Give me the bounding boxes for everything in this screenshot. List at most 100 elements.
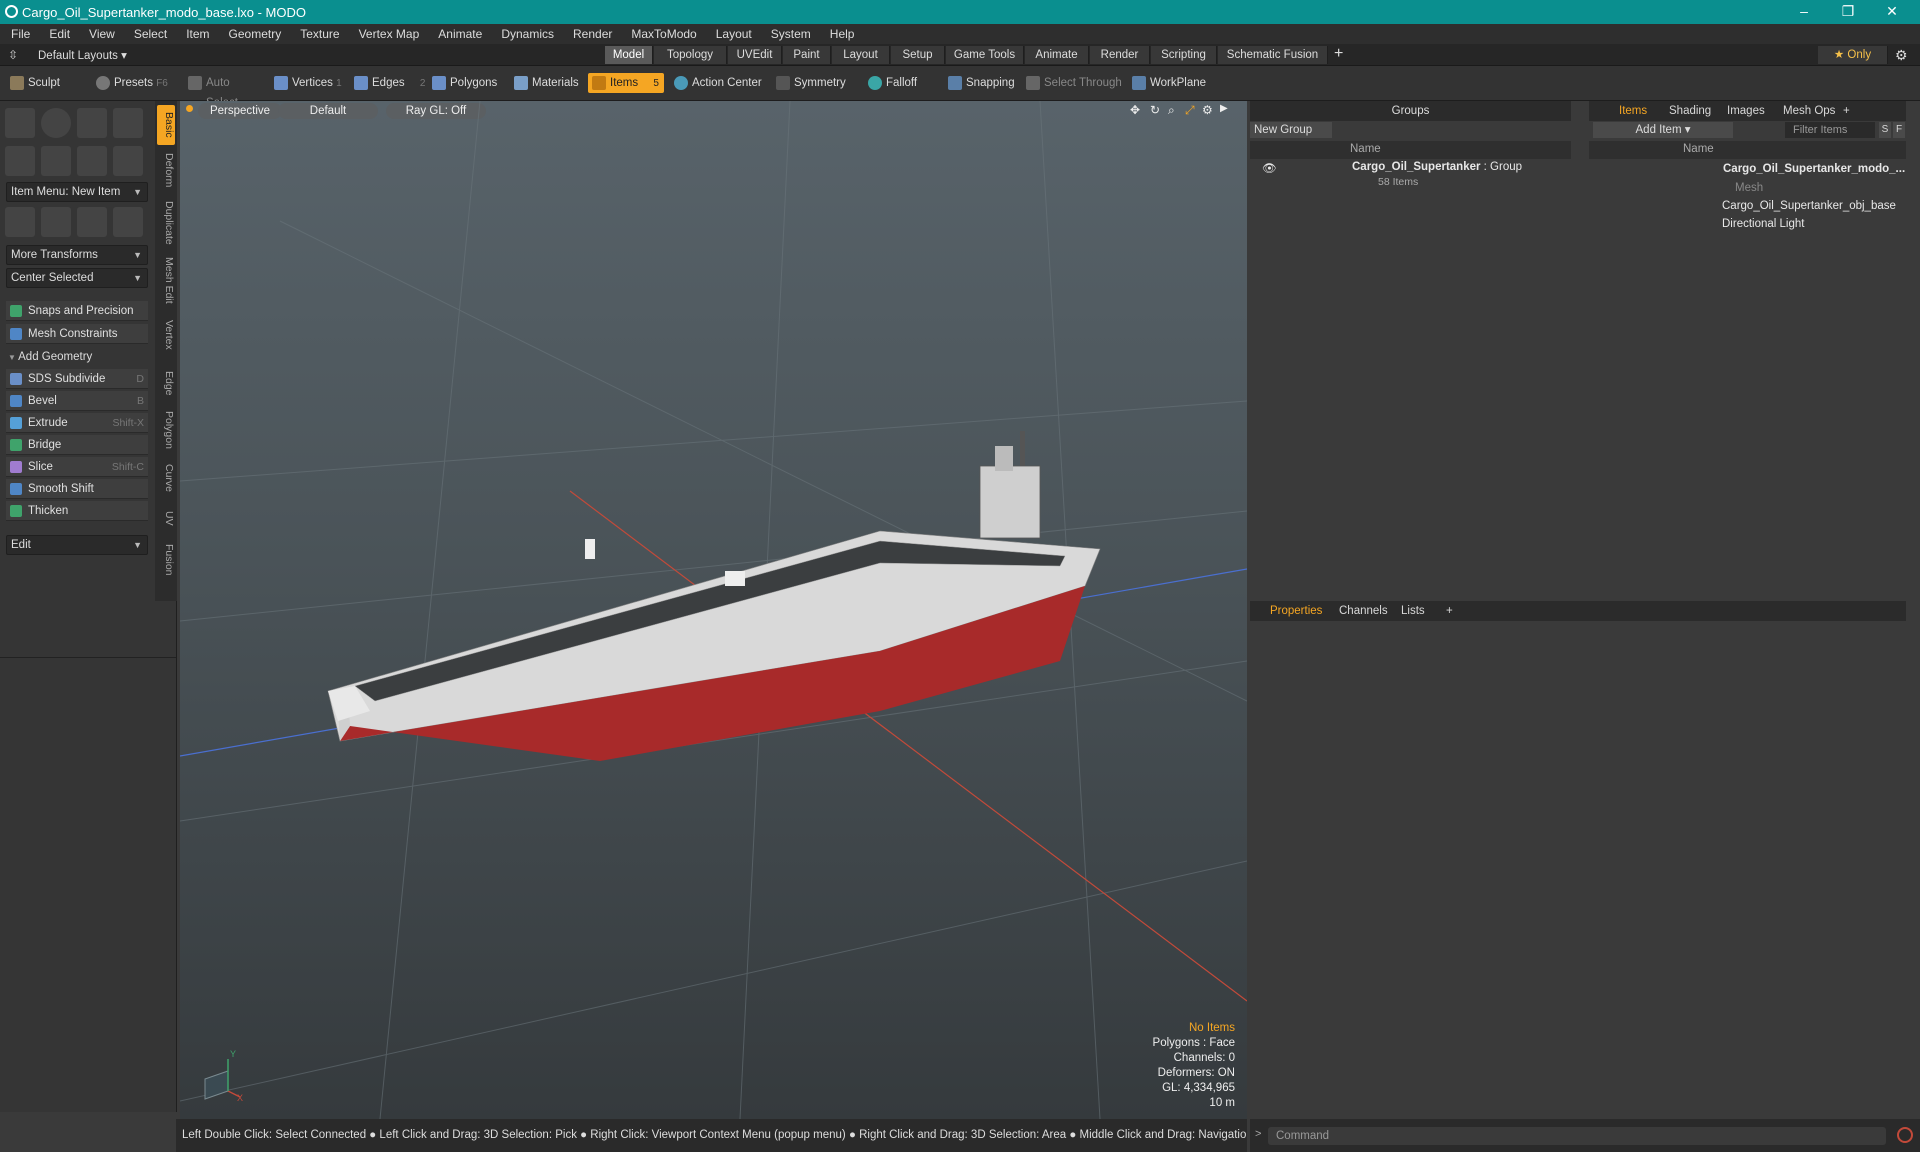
menu-render[interactable]: Render bbox=[562, 27, 620, 41]
vtab-uv[interactable]: UV bbox=[157, 501, 175, 535]
default-layouts-dropdown[interactable]: Default Layouts ▾ bbox=[38, 48, 127, 62]
menu-maxtomodo[interactable]: MaxToModo bbox=[620, 27, 704, 41]
add-geometry-header[interactable]: ▼ Add Geometry bbox=[8, 351, 92, 363]
s-button[interactable]: S bbox=[1879, 122, 1891, 138]
menu-vertex-map[interactable]: Vertex Map bbox=[348, 27, 428, 41]
tab-topology[interactable]: Topology bbox=[654, 46, 727, 64]
items-button[interactable]: Items 5 bbox=[588, 73, 664, 93]
layout-toggle-icon[interactable]: ⇳ bbox=[8, 48, 18, 62]
tool-extrude-button[interactable]: Extrude Shift-X bbox=[6, 413, 148, 433]
polygons-button[interactable]: Polygons bbox=[428, 73, 504, 93]
tab-schematic-fusion[interactable]: Schematic Fusion bbox=[1218, 46, 1328, 64]
workplane-button[interactable]: WorkPlane bbox=[1128, 73, 1210, 93]
vtab-deform[interactable]: Deform bbox=[157, 147, 175, 193]
mesh-constraints-button[interactable]: Mesh Constraints bbox=[6, 324, 148, 344]
presets-button[interactable]: Presets F6 bbox=[92, 73, 172, 93]
snaps-and-precision-button[interactable]: Snaps and Precision bbox=[6, 301, 148, 321]
f-button[interactable]: F bbox=[1893, 122, 1905, 138]
menu-layout[interactable]: Layout bbox=[705, 27, 760, 41]
add-layout-tab-button[interactable]: + bbox=[1334, 45, 1343, 63]
sphere-primitive-icon[interactable] bbox=[41, 108, 71, 138]
vtab-mesh-edit[interactable]: Mesh Edit bbox=[157, 253, 175, 307]
tab-animate[interactable]: Animate bbox=[1025, 46, 1089, 64]
tab-channels[interactable]: Channels bbox=[1339, 601, 1388, 621]
transform-tool-icon[interactable] bbox=[113, 207, 143, 237]
menu-dynamics[interactable]: Dynamics bbox=[490, 27, 562, 41]
item-menu-dropdown[interactable]: Item Menu: New Item ▼ bbox=[6, 182, 148, 202]
close-button[interactable]: ✕ bbox=[1872, 0, 1912, 24]
item-row-obj-base[interactable]: Cargo_Oil_Supertanker_obj_base bbox=[1722, 200, 1896, 212]
add-item-button[interactable]: Add Item ▾ bbox=[1593, 122, 1733, 138]
materials-button[interactable]: Materials bbox=[510, 73, 584, 93]
vertices-button[interactable]: Vertices 1 bbox=[270, 73, 350, 93]
menu-texture[interactable]: Texture bbox=[289, 27, 347, 41]
edges-button[interactable]: Edges 2 bbox=[350, 73, 430, 93]
text-tool-icon[interactable] bbox=[113, 146, 143, 176]
command-input[interactable]: Command bbox=[1268, 1127, 1886, 1145]
menu-file[interactable]: File bbox=[0, 27, 38, 41]
rotate-tool-icon[interactable] bbox=[41, 207, 71, 237]
minimize-button[interactable]: – bbox=[1784, 0, 1824, 24]
menu-item[interactable]: Item bbox=[175, 27, 217, 41]
3d-viewport[interactable]: Perspective Default Ray GL: Off ✥ ↻ ⌕ ⤢ … bbox=[180, 101, 1247, 1119]
select-through-button[interactable]: Select Through bbox=[1022, 73, 1122, 93]
menu-edit[interactable]: Edit bbox=[38, 27, 78, 41]
cube-primitive-icon[interactable] bbox=[5, 108, 35, 138]
action-center-button[interactable]: Action Center bbox=[670, 73, 770, 93]
cylinder-primitive-icon[interactable] bbox=[77, 108, 107, 138]
menu-select[interactable]: Select bbox=[123, 27, 175, 41]
pen-tool-icon[interactable] bbox=[77, 146, 107, 176]
supertanker-model[interactable] bbox=[327, 431, 1101, 761]
more-transforms-dropdown[interactable]: More Transforms ▼ bbox=[6, 245, 148, 265]
eye-icon[interactable]: 👁 bbox=[1262, 161, 1277, 175]
tab-render[interactable]: Render bbox=[1090, 46, 1150, 64]
tube-primitive-icon[interactable] bbox=[41, 146, 71, 176]
item-row-directional-light[interactable]: Directional Light bbox=[1722, 218, 1804, 230]
auto-select-button[interactable]: Auto Select bbox=[184, 73, 264, 109]
vtab-vertex[interactable]: Vertex bbox=[157, 311, 175, 359]
new-group-button[interactable]: New Group bbox=[1250, 122, 1332, 138]
torus-primitive-icon[interactable] bbox=[5, 146, 35, 176]
tool-smooth-shift-button[interactable]: Smooth Shift bbox=[6, 479, 148, 499]
menu-system[interactable]: System bbox=[760, 27, 819, 41]
item-row-scene[interactable]: Cargo_Oil_Supertanker_modo_... bbox=[1723, 163, 1905, 175]
tab-scripting[interactable]: Scripting bbox=[1151, 46, 1217, 64]
only-toggle-button[interactable]: ★ Only bbox=[1818, 46, 1888, 64]
tab-lists[interactable]: Lists bbox=[1401, 601, 1425, 621]
filter-items-input[interactable]: Filter Items bbox=[1785, 122, 1875, 138]
record-icon[interactable] bbox=[1897, 1127, 1913, 1143]
tab-uvedit[interactable]: UVEdit bbox=[728, 46, 782, 64]
tool-bevel-button[interactable]: Bevel B bbox=[6, 391, 148, 411]
tab-shading[interactable]: Shading bbox=[1669, 101, 1711, 121]
tab-layout[interactable]: Layout bbox=[832, 46, 890, 64]
tool-bridge-button[interactable]: Bridge bbox=[6, 435, 148, 455]
tool-thicken-button[interactable]: Thicken bbox=[6, 501, 148, 521]
tab-mesh-ops[interactable]: Mesh Ops bbox=[1783, 101, 1835, 121]
vtab-basic[interactable]: Basic bbox=[157, 105, 175, 145]
group-row[interactable]: Cargo_Oil_Supertanker : Group bbox=[1352, 161, 1522, 173]
symmetry-button[interactable]: Symmetry bbox=[772, 73, 852, 93]
edit-dropdown[interactable]: Edit ▼ bbox=[6, 535, 148, 555]
sculpt-button[interactable]: Sculpt bbox=[6, 73, 86, 93]
vtab-polygon[interactable]: Polygon bbox=[157, 405, 175, 455]
falloff-button[interactable]: Falloff bbox=[864, 73, 934, 93]
item-row-mesh[interactable]: Mesh bbox=[1735, 182, 1763, 194]
vtab-edge[interactable]: Edge bbox=[157, 363, 175, 403]
menu-animate[interactable]: Animate bbox=[427, 27, 490, 41]
move-tool-icon[interactable] bbox=[5, 207, 35, 237]
tool-slice-button[interactable]: Slice Shift-C bbox=[6, 457, 148, 477]
tab-items[interactable]: Items bbox=[1619, 101, 1647, 121]
snapping-button[interactable]: Snapping bbox=[944, 73, 1026, 93]
add-tab-button[interactable]: + bbox=[1843, 101, 1850, 121]
tab-setup[interactable]: Setup bbox=[891, 46, 945, 64]
maximize-button[interactable]: ❐ bbox=[1828, 0, 1868, 24]
add-properties-tab-button[interactable]: + bbox=[1446, 601, 1453, 621]
menu-geometry[interactable]: Geometry bbox=[218, 27, 290, 41]
menu-help[interactable]: Help bbox=[819, 27, 863, 41]
tool-sds-subdivide-button[interactable]: SDS Subdivide D bbox=[6, 369, 148, 389]
tab-model[interactable]: Model bbox=[605, 46, 653, 64]
vtab-curve[interactable]: Curve bbox=[157, 457, 175, 499]
tab-paint[interactable]: Paint bbox=[783, 46, 831, 64]
tab-images[interactable]: Images bbox=[1727, 101, 1765, 121]
cone-primitive-icon[interactable] bbox=[113, 108, 143, 138]
